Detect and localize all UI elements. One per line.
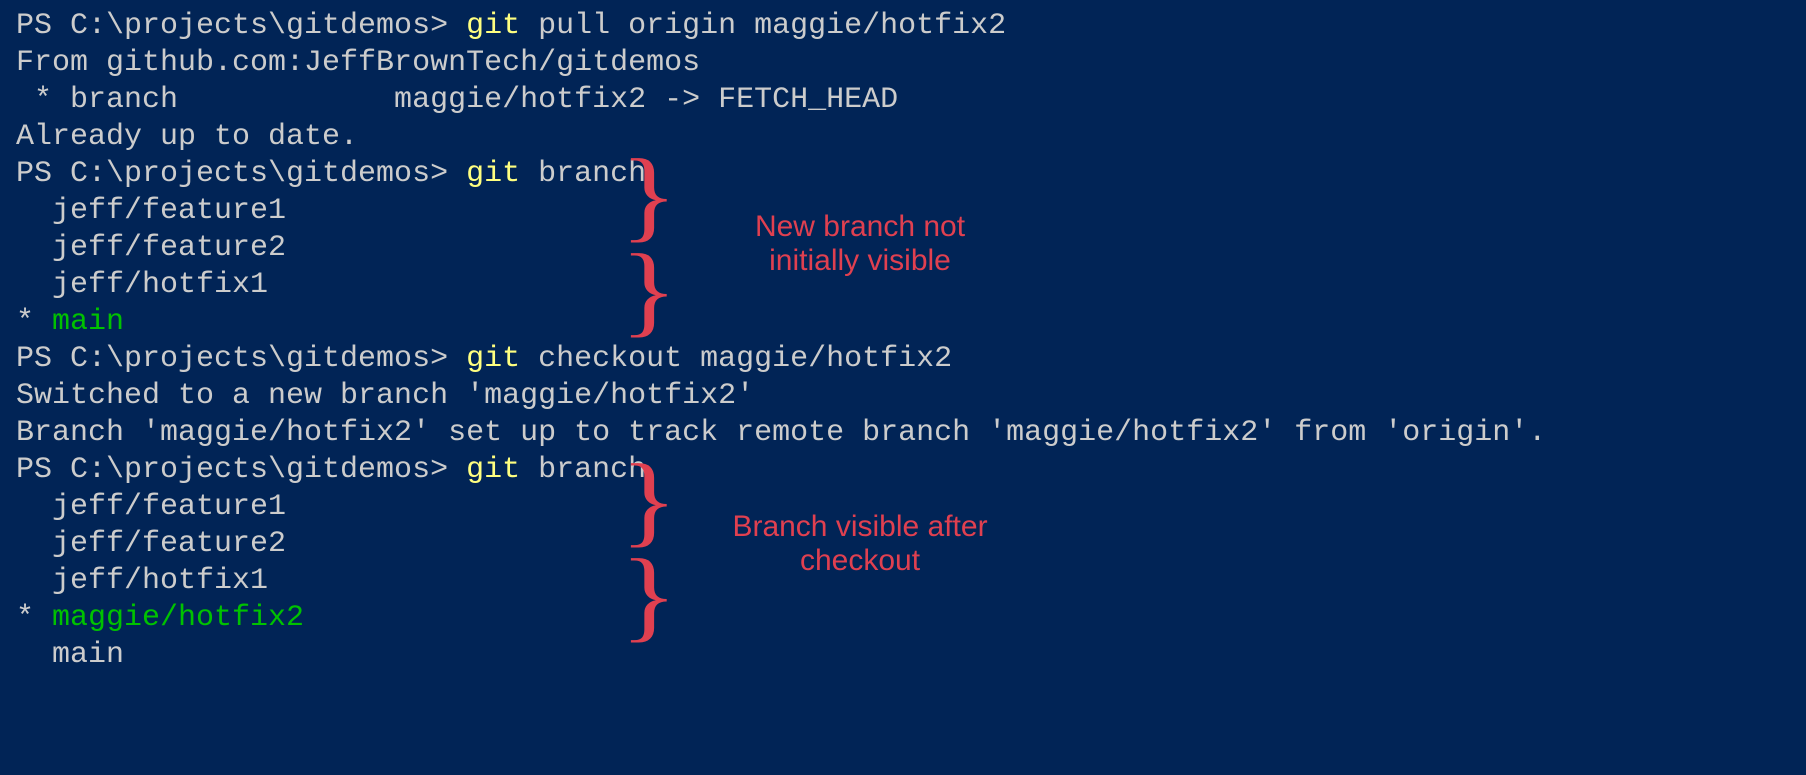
terminal-line: * branch maggie/hotfix2 -> FETCH_HEAD [16, 82, 1546, 119]
curly-brace-icon: } [620, 544, 678, 646]
command-name: git [466, 453, 538, 487]
output-text: * [16, 601, 52, 635]
output-text: jeff/feature1 [16, 490, 286, 524]
current-branch: main [52, 305, 124, 339]
output-text: * branch maggie/hotfix2 -> FETCH_HEAD [16, 83, 898, 117]
current-branch: maggie/hotfix2 [52, 601, 304, 635]
prompt-text: PS C:\projects\gitdemos> [16, 453, 466, 487]
command-name: git [466, 157, 538, 191]
output-text: From github.com:JeffBrownTech/gitdemos [16, 46, 700, 80]
output-text: Branch 'maggie/hotfix2' set up to track … [16, 416, 1546, 450]
command-args: checkout maggie/hotfix2 [538, 342, 952, 376]
output-text: * [16, 305, 52, 339]
terminal-line: Branch 'maggie/hotfix2' set up to track … [16, 415, 1546, 452]
curly-brace-icon: } [620, 144, 678, 246]
output-text: main [16, 638, 124, 672]
terminal-line: PS C:\projects\gitdemos> git branch [16, 156, 1546, 193]
command-name: git [466, 9, 538, 43]
prompt-text: PS C:\projects\gitdemos> [16, 342, 466, 376]
terminal-line: PS C:\projects\gitdemos> git checkout ma… [16, 341, 1546, 378]
output-text: jeff/feature2 [16, 231, 286, 265]
annotation-after-checkout: Branch visible after checkout [730, 510, 990, 578]
output-text: jeff/feature1 [16, 194, 286, 228]
terminal-line: main [16, 637, 1546, 674]
curly-brace-icon: } [620, 239, 678, 341]
terminal-line: From github.com:JeffBrownTech/gitdemos [16, 45, 1546, 82]
command-args: pull origin maggie/hotfix2 [538, 9, 1006, 43]
output-text: jeff/hotfix1 [16, 564, 268, 598]
terminal-line: * main [16, 304, 1546, 341]
annotation-new-branch: New branch not initially visible [730, 210, 990, 278]
output-text: Switched to a new branch 'maggie/hotfix2… [16, 379, 754, 413]
output-text: jeff/hotfix1 [16, 268, 268, 302]
output-text: Already up to date. [16, 120, 358, 154]
prompt-text: PS C:\projects\gitdemos> [16, 157, 466, 191]
terminal-line: Switched to a new branch 'maggie/hotfix2… [16, 378, 1546, 415]
terminal-line: PS C:\projects\gitdemos> git branch [16, 452, 1546, 489]
curly-brace-icon: } [620, 449, 678, 551]
prompt-text: PS C:\projects\gitdemos> [16, 9, 466, 43]
terminal-line: PS C:\projects\gitdemos> git pull origin… [16, 8, 1546, 45]
terminal-line: * maggie/hotfix2 [16, 600, 1546, 637]
command-name: git [466, 342, 538, 376]
terminal-line: Already up to date. [16, 119, 1546, 156]
output-text: jeff/feature2 [16, 527, 286, 561]
